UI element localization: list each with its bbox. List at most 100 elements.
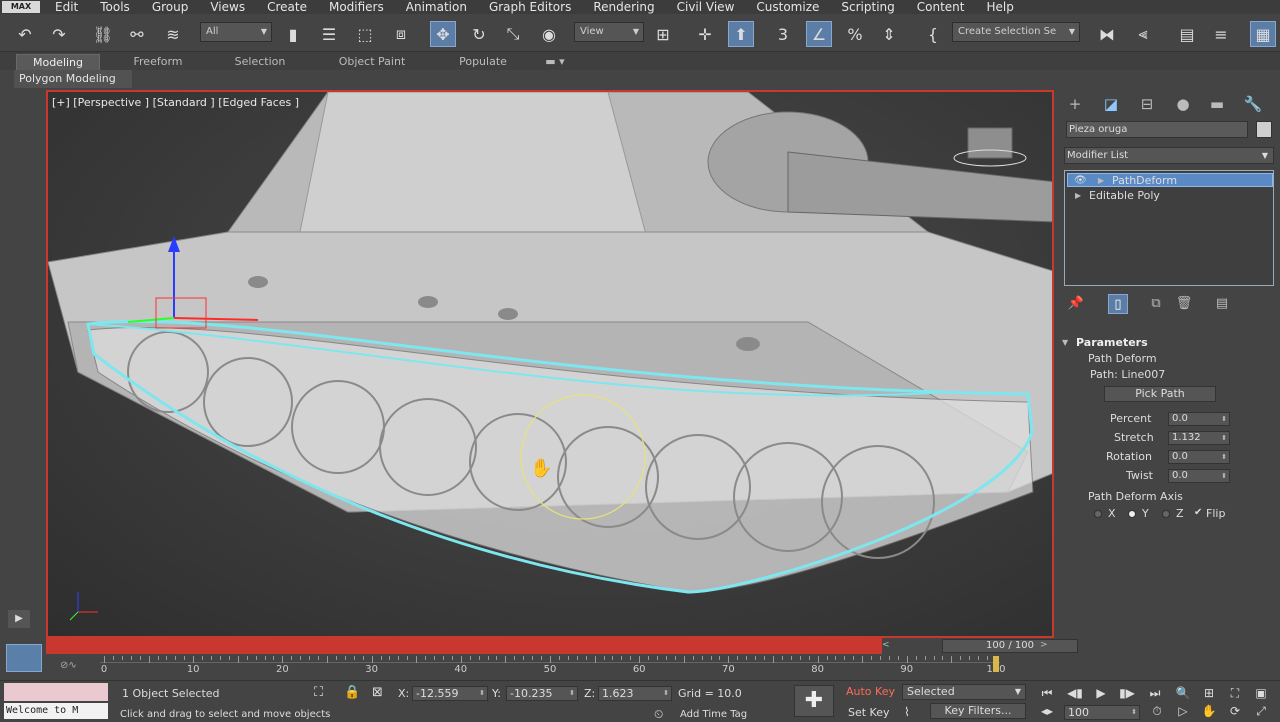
expand-arrow-icon[interactable]: ▶ [1075, 189, 1081, 203]
flip-checkbox[interactable]: ✔ [1194, 507, 1202, 518]
motion-tab-icon[interactable]: ● [1172, 94, 1194, 114]
key-tangent-icon[interactable]: ⌇ [904, 705, 910, 719]
set-key-button[interactable]: Set Key [848, 706, 890, 719]
zoom-all-icon[interactable]: ⊞ [1200, 685, 1218, 701]
play-viewport-icon[interactable]: ▶ [8, 610, 30, 628]
pivot-center-icon[interactable]: ⊞ [650, 21, 676, 47]
track-bar[interactable]: 0102030405060708090100 [100, 656, 1006, 680]
menu-content[interactable]: Content [906, 0, 976, 14]
go-to-start-icon[interactable]: ⏮ [1038, 685, 1056, 701]
keyboard-shortcut-override-icon[interactable]: ⬆ [728, 21, 754, 47]
stack-item-editable-poly[interactable]: ▶ Editable Poly [1067, 189, 1273, 203]
rotation-spinner[interactable]: 0.0 ⬍ [1168, 450, 1230, 464]
spinner-arrows-icon[interactable]: ⬍ [663, 687, 669, 700]
object-color-swatch[interactable] [1256, 121, 1272, 138]
key-filters-button[interactable]: Key Filters... [930, 703, 1026, 719]
rectangular-selection-icon[interactable]: ⬚ [352, 21, 378, 47]
spinner-arrows-icon[interactable]: ⬍ [1221, 451, 1227, 463]
select-object-icon[interactable]: ▮ [280, 21, 306, 47]
make-unique-icon[interactable]: ⧉ [1146, 294, 1166, 314]
collapse-arrow-icon[interactable]: ▼ [1062, 338, 1068, 347]
field-of-view-icon[interactable]: ▷ [1174, 703, 1192, 719]
next-frame-icon[interactable]: > [1040, 640, 1048, 650]
hierarchy-tab-icon[interactable]: ⊟ [1136, 94, 1158, 114]
undo-icon[interactable]: ↶ [12, 21, 38, 47]
spinner-arrows-icon[interactable]: ⬍ [569, 687, 575, 700]
spinner-arrows-icon[interactable]: ⬍ [1221, 413, 1227, 425]
percent-snap-icon[interactable]: % [842, 21, 868, 47]
previous-key-icon[interactable]: ◀▮ [1066, 685, 1084, 701]
unlink-icon[interactable]: ⚯ [124, 21, 150, 47]
orbit-icon[interactable]: ⟳ [1226, 703, 1244, 719]
tab-populate[interactable]: Populate [448, 54, 518, 70]
axis-y-radio[interactable] [1128, 510, 1136, 518]
tab-selection[interactable]: Selection [224, 54, 296, 70]
zoom-extents-icon[interactable]: ⛶ [1226, 685, 1244, 701]
viewport-label[interactable]: [+] [Perspective ] [Standard ] [Edged Fa… [52, 96, 299, 109]
ribbon-panel-polygon-modeling[interactable]: Polygon Modeling [14, 70, 132, 88]
menu-animation[interactable]: Animation [395, 0, 478, 14]
current-frame-field[interactable]: 100 ⬍ [1064, 705, 1140, 720]
viewport-perspective[interactable]: [+] [Perspective ] [Standard ] [Edged Fa… [46, 90, 1054, 638]
select-and-rotate-icon[interactable]: ↻ [466, 21, 492, 47]
modifier-list-dropdown[interactable]: Modifier List ▼ [1064, 147, 1274, 164]
spinner-snap-icon[interactable]: ⇕ [876, 21, 902, 47]
time-config-icon[interactable]: ⏱ [1148, 703, 1166, 719]
key-mode-toggle-icon[interactable]: ◂▸ [1038, 703, 1056, 719]
maxscript-output[interactable]: Welcome to M [4, 703, 108, 719]
utilities-tab-icon[interactable]: 🔧 [1242, 94, 1264, 114]
select-and-move-icon[interactable]: ✥ [430, 21, 456, 47]
spinner-arrows-icon[interactable]: ⬍ [1131, 706, 1137, 719]
add-time-tag-button[interactable]: Add Time Tag [680, 709, 747, 720]
go-to-end-icon[interactable]: ⏭ [1146, 685, 1164, 701]
axis-z-radio[interactable] [1162, 510, 1170, 518]
maximize-viewport-icon[interactable]: ⤢ [1252, 703, 1270, 719]
select-and-scale-icon[interactable]: ⤡ [500, 21, 526, 47]
pan-view-icon[interactable]: ✋ [1200, 703, 1218, 719]
stretch-spinner[interactable]: 1.132 ⬍ [1168, 431, 1230, 445]
lock-selection-icon[interactable]: 🔒 [344, 685, 360, 700]
expand-arrow-icon[interactable]: ▶ [1098, 174, 1104, 188]
select-and-place-icon[interactable]: ◉ [536, 21, 562, 47]
display-tab-icon[interactable]: ▬ [1206, 94, 1228, 114]
z-coord-field[interactable]: 1.623 ⬍ [598, 686, 672, 701]
window-crossing-icon[interactable]: ⧈ [388, 21, 414, 47]
remove-modifier-icon[interactable]: 🗑 [1174, 294, 1194, 314]
time-slider[interactable]: 100 / 100 [942, 639, 1078, 653]
ribbon-toggle-icon[interactable]: ▦ [1250, 21, 1276, 47]
select-manipulate-icon[interactable]: ✛ [692, 21, 718, 47]
menu-group[interactable]: Group [141, 0, 200, 14]
mirror-icon[interactable]: ⧓ [1094, 21, 1120, 47]
menu-tools[interactable]: Tools [89, 0, 141, 14]
angle-snap-icon[interactable]: ∠ [806, 21, 832, 47]
twist-spinner[interactable]: 0.0 ⬍ [1168, 469, 1230, 483]
spinner-arrows-icon[interactable]: ⬍ [1221, 470, 1227, 482]
rollout-title[interactable]: Parameters [1076, 336, 1148, 349]
menu-views[interactable]: Views [199, 0, 256, 14]
play-icon[interactable]: ▶ [1092, 685, 1110, 701]
modify-tab-icon[interactable]: ◪ [1100, 94, 1122, 114]
isolate-selection-icon[interactable]: ⛶ [314, 685, 323, 700]
eye-icon[interactable]: 👁 [1074, 174, 1087, 188]
menu-scripting[interactable]: Scripting [830, 0, 905, 14]
next-key-icon[interactable]: ▮▶ [1118, 685, 1136, 701]
current-frame-marker[interactable] [993, 656, 999, 672]
link-icon[interactable]: ⛓ [90, 21, 116, 47]
menu-rendering[interactable]: Rendering [582, 0, 665, 14]
curve-toggle-icon[interactable]: ⊘∿ [60, 660, 77, 671]
reference-coord-dropdown[interactable]: View ▼ [574, 22, 644, 42]
key-mode-dropdown[interactable]: Selected ▼ [902, 684, 1026, 700]
pin-stack-icon[interactable]: 📌 [1066, 294, 1086, 314]
align-icon[interactable]: ⫷ [1130, 21, 1156, 47]
scene-explorer-icon[interactable]: ▤ [1174, 21, 1200, 47]
menu-graph-editors[interactable]: Graph Editors [478, 0, 582, 14]
tab-freeform[interactable]: Freeform [122, 54, 194, 70]
zoom-icon[interactable]: 🔍 [1174, 685, 1192, 701]
menu-customize[interactable]: Customize [745, 0, 830, 14]
show-end-result-icon[interactable]: ▯ [1108, 294, 1128, 314]
x-coord-field[interactable]: -12.559 ⬍ [412, 686, 488, 701]
layer-explorer-icon[interactable]: ≡ [1208, 21, 1234, 47]
bind-space-warp-icon[interactable]: ≋ [160, 21, 186, 47]
configure-modifier-sets-icon[interactable]: ▤ [1212, 294, 1232, 314]
select-by-name-icon[interactable]: ☰ [316, 21, 342, 47]
